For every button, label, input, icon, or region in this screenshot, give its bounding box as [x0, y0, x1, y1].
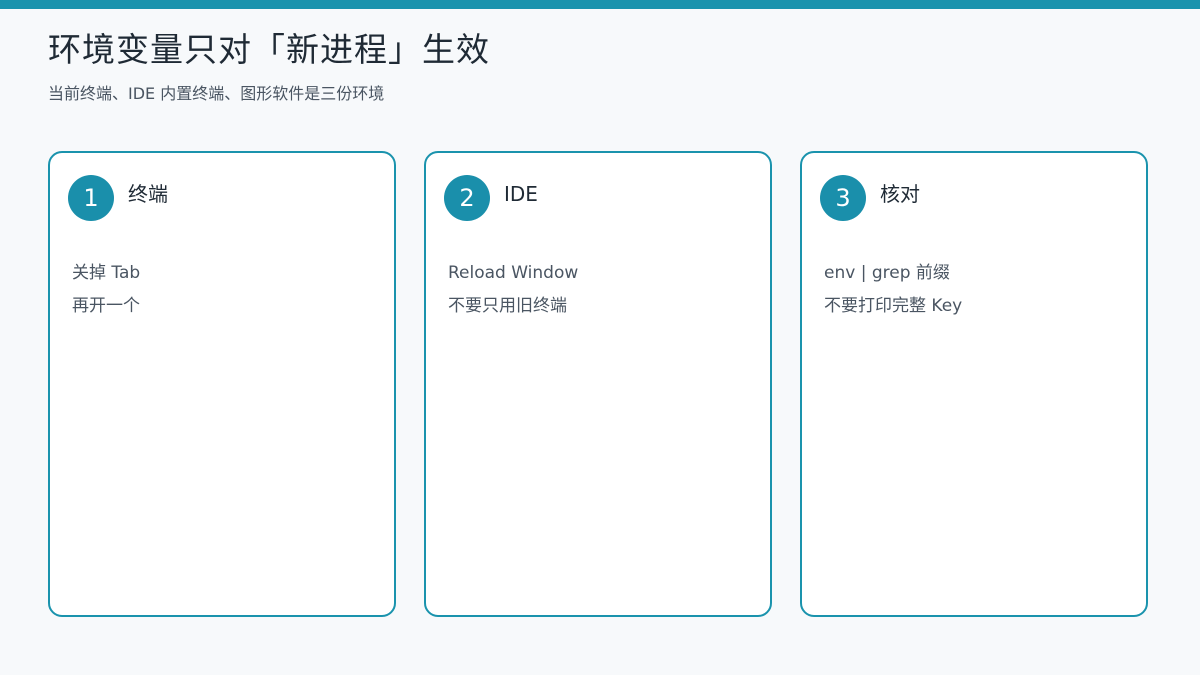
step-number-badge: 3: [820, 175, 866, 221]
card-steps-list: 关掉 Tab 再开一个: [72, 257, 140, 323]
step-number-badge: 1: [68, 175, 114, 221]
card-step-item: Reload Window: [448, 263, 579, 283]
card-step-item: 关掉 Tab: [72, 263, 141, 283]
card-steps-list: env | grep 前缀 不要打印完整 Key: [824, 257, 962, 323]
card-terminal: 1 终端 关掉 Tab 再开一个: [48, 151, 396, 617]
card-step-item: env | grep 前缀: [824, 263, 950, 283]
step-number-badge: 2: [444, 175, 490, 221]
card-ide: 2 IDE Reload Window 不要只用旧终端: [424, 151, 772, 617]
page-subtitle: 当前终端、IDE 内置终端、图形软件是三份环境: [48, 84, 385, 103]
page-title: 环境变量只对「新进程」生效: [48, 30, 490, 69]
card-step-item: 不要只用旧终端: [448, 296, 567, 316]
card-title: 核对: [880, 182, 920, 206]
top-accent-bar: [0, 0, 1200, 9]
card-step-item: 不要打印完整 Key: [824, 296, 963, 316]
card-step-item: 再开一个: [72, 296, 140, 316]
card-verify: 3 核对 env | grep 前缀 不要打印完整 Key: [800, 151, 1148, 617]
card-steps-list: Reload Window 不要只用旧终端: [448, 257, 578, 323]
card-title: IDE: [504, 182, 538, 206]
card-title: 终端: [128, 182, 168, 206]
